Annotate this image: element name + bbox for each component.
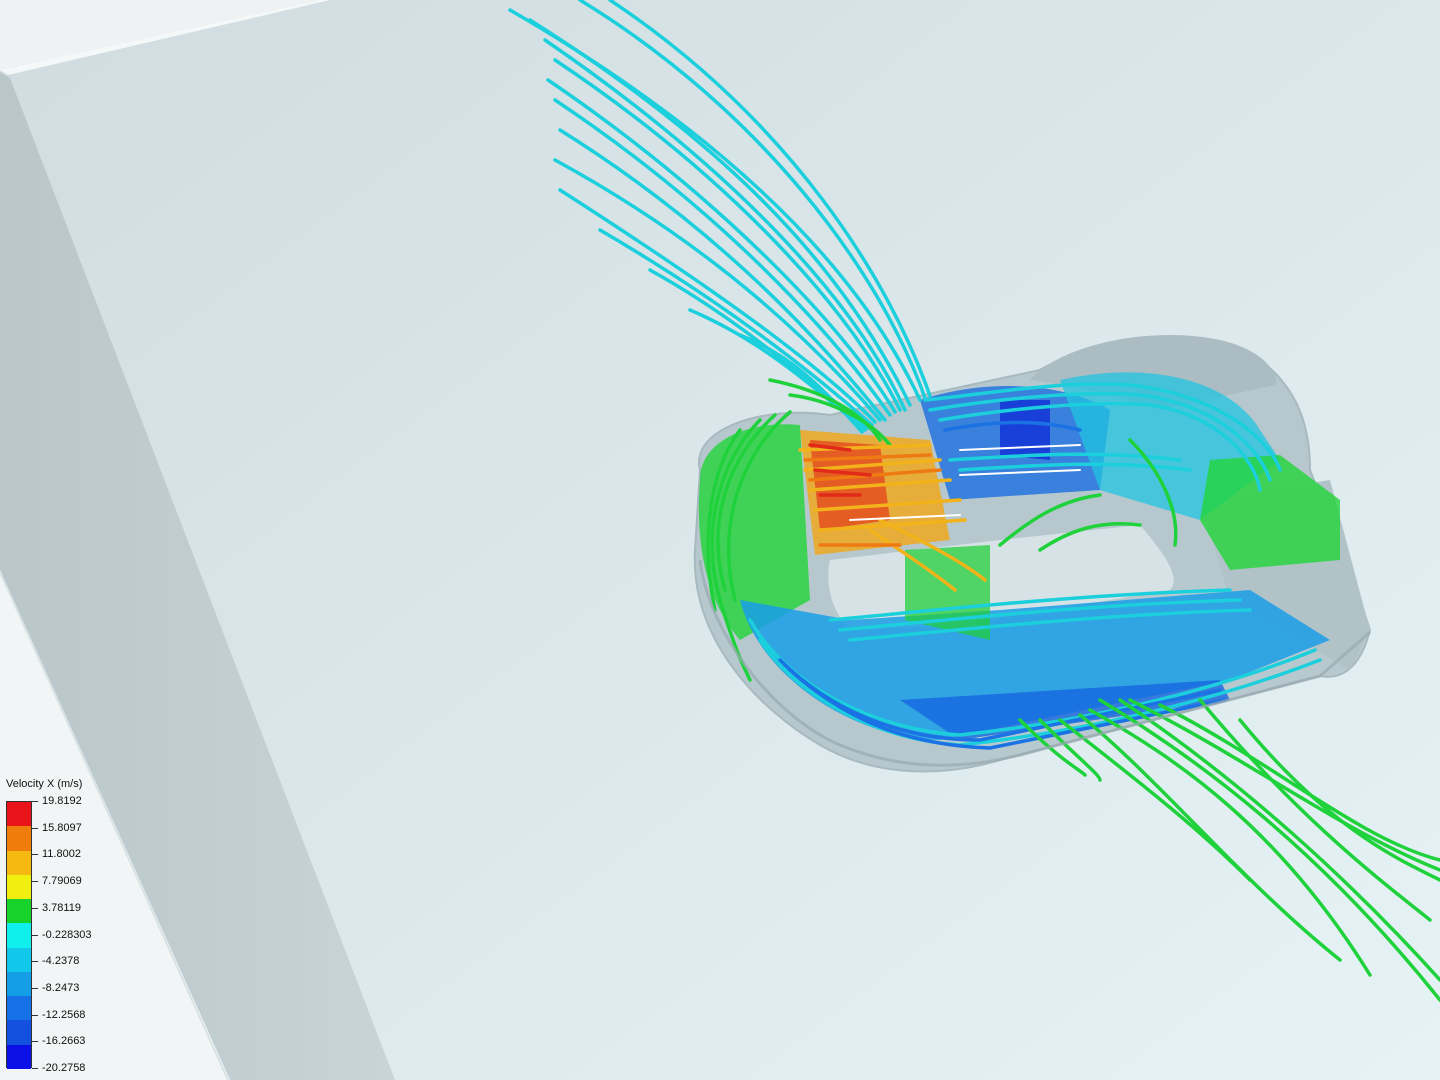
legend-swatch <box>7 1020 31 1046</box>
legend-tick-label: 3.78119 <box>42 901 81 914</box>
legend-swatch <box>7 947 31 973</box>
legend-swatch <box>7 850 31 876</box>
legend-tick <box>32 934 38 936</box>
legend-swatch <box>7 802 31 827</box>
legend-tick <box>32 987 38 989</box>
color-legend: Velocity X (m/s) 19.8192 15.8097 11.8002 7.… <box>6 778 126 1078</box>
3d-viewport[interactable] <box>0 0 1440 1080</box>
legend-swatch <box>7 826 31 852</box>
legend-tick <box>32 1068 38 1069</box>
legend-tick-label: -8.2473 <box>42 981 80 994</box>
legend-swatch <box>7 1044 31 1070</box>
legend-tick-label: 15.8097 <box>42 821 82 834</box>
legend-tick <box>32 907 38 909</box>
legend-tick-label: 19.8192 <box>42 795 82 807</box>
legend-tick-label: -4.2378 <box>42 955 80 968</box>
legend-tick <box>32 1041 38 1043</box>
legend-swatch <box>7 874 31 900</box>
legend-tick-label: -16.2663 <box>42 1035 86 1048</box>
legend-tick-label: 11.8002 <box>42 848 81 861</box>
legend-tick-label: 7.79069 <box>42 875 82 888</box>
legend-tick <box>32 827 38 829</box>
legend-swatch <box>7 996 31 1021</box>
legend-tick-label: -20.2758 <box>42 1062 86 1074</box>
legend-swatch <box>7 971 31 997</box>
legend-tick-label: -12.2568 <box>42 1008 86 1021</box>
legend-tick <box>32 801 38 802</box>
legend-color-bar <box>6 801 32 1070</box>
legend-tick <box>32 881 38 883</box>
legend-swatch <box>7 923 31 949</box>
legend-swatch <box>7 899 31 924</box>
legend-title: Velocity X (m/s) <box>6 778 83 790</box>
legend-tick-label: -0.228303 <box>42 928 92 941</box>
legend-tick <box>32 1014 38 1016</box>
legend-tick <box>32 961 38 963</box>
legend-tick <box>32 854 38 856</box>
